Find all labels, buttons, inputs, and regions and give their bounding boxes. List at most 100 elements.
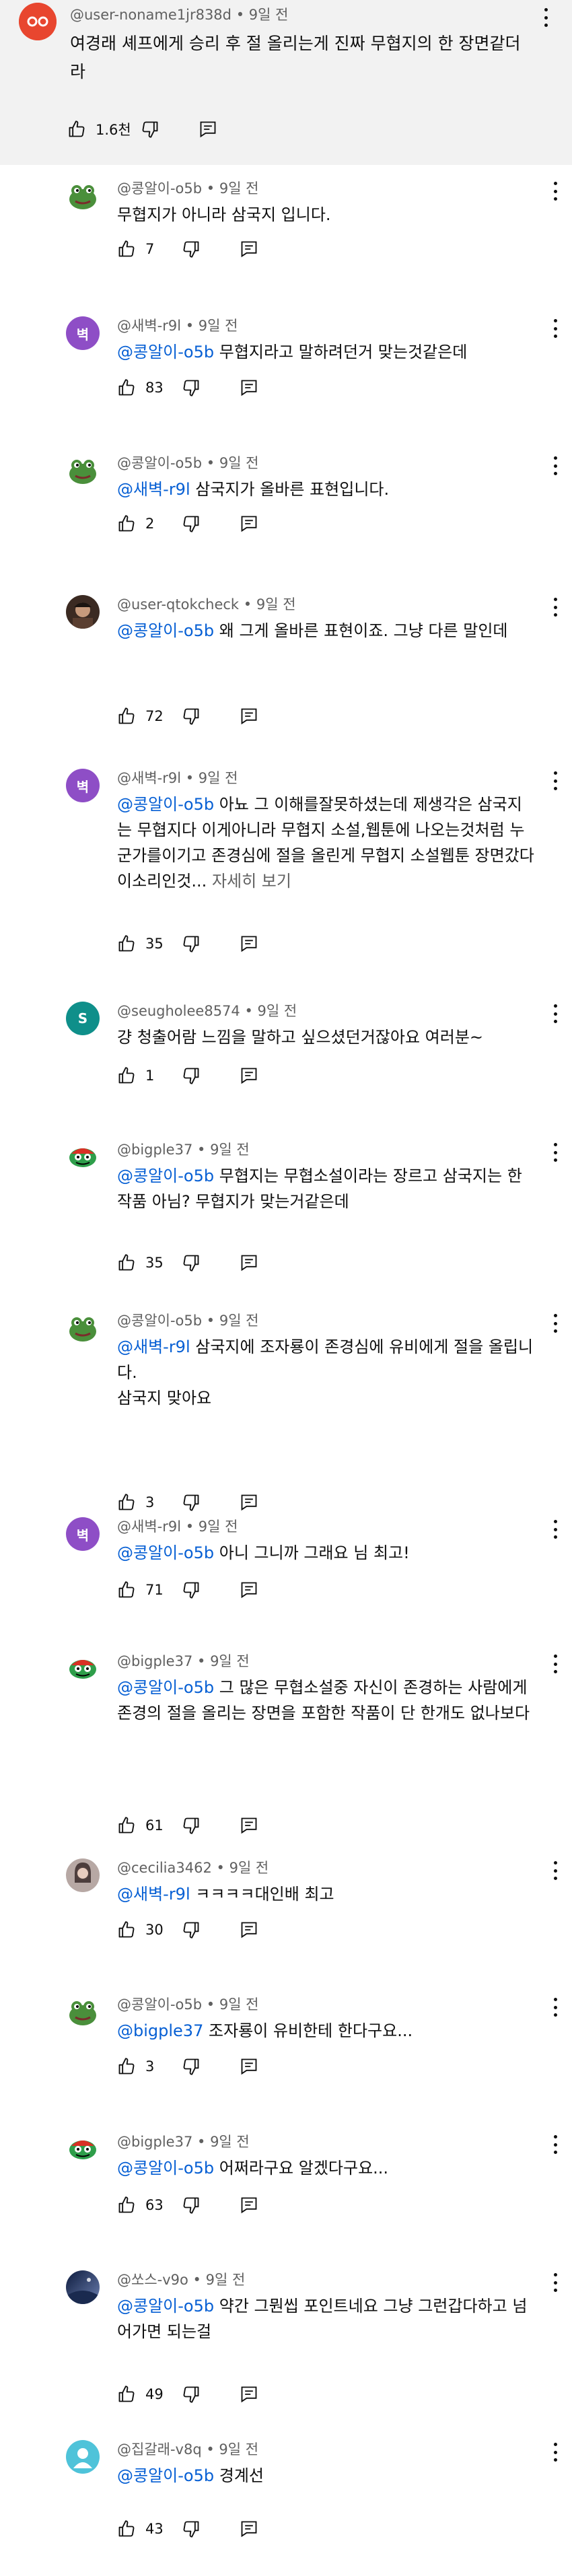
like-button[interactable]: 61: [117, 1816, 172, 1835]
avatar[interactable]: [66, 2440, 100, 2474]
avatar[interactable]: [66, 1652, 100, 1685]
mention-link[interactable]: @콩알이-o5b: [117, 2466, 214, 2485]
more-options-icon[interactable]: [553, 2273, 557, 2292]
more-options-icon[interactable]: [553, 1520, 557, 1539]
dislike-button[interactable]: [182, 240, 201, 258]
like-button[interactable]: 63: [117, 2196, 172, 2215]
more-options-icon[interactable]: [553, 771, 557, 790]
dislike-button[interactable]: [182, 1066, 201, 1085]
more-options-icon[interactable]: [553, 1655, 557, 1673]
more-options-icon[interactable]: [553, 456, 557, 475]
comment-author[interactable]: @cecilia3462: [117, 1860, 212, 1876]
like-button[interactable]: 7: [117, 240, 172, 258]
avatar[interactable]: [66, 595, 100, 629]
dislike-button[interactable]: [182, 707, 201, 726]
dislike-button[interactable]: [182, 2385, 201, 2404]
avatar[interactable]: [66, 2132, 100, 2166]
avatar[interactable]: [66, 1311, 100, 1345]
comment-author[interactable]: @seugholee8574: [117, 1003, 240, 1019]
more-options-icon[interactable]: [544, 8, 548, 27]
comment-author[interactable]: @콩알이-o5b: [117, 455, 202, 471]
more-options-icon[interactable]: [553, 598, 557, 617]
avatar[interactable]: 벽: [66, 1517, 100, 1551]
reply-button[interactable]: [240, 2519, 258, 2538]
dislike-button[interactable]: [182, 378, 201, 397]
mention-link[interactable]: @콩알이-o5b: [117, 343, 214, 361]
comment-author[interactable]: @bigple37: [117, 1653, 192, 1669]
comment-author[interactable]: @콩알이-o5b: [117, 1996, 202, 2013]
comment-author[interactable]: @새벽-r9l: [117, 318, 181, 334]
mention-link[interactable]: @콩알이-o5b: [117, 1167, 214, 1185]
comment-author[interactable]: @user-qtokcheck: [117, 596, 239, 613]
reply-button[interactable]: [240, 1920, 258, 1939]
reply-button[interactable]: [240, 934, 258, 953]
avatar[interactable]: [66, 2270, 100, 2304]
like-button[interactable]: 1: [117, 1066, 172, 1085]
comment-author[interactable]: @새벽-r9l: [117, 770, 181, 786]
reply-button[interactable]: [199, 120, 217, 139]
dislike-button[interactable]: [182, 514, 201, 533]
reply-button[interactable]: [240, 2196, 258, 2215]
reply-button[interactable]: [240, 707, 258, 726]
comment-author[interactable]: @콩알이-o5b: [117, 180, 202, 197]
dislike-button[interactable]: [182, 2519, 201, 2538]
avatar[interactable]: [19, 3, 57, 40]
avatar[interactable]: [66, 1140, 100, 1174]
more-options-icon[interactable]: [553, 1143, 557, 1162]
avatar[interactable]: [66, 1858, 100, 1892]
more-options-icon[interactable]: [553, 1004, 557, 1023]
more-options-icon[interactable]: [553, 1998, 557, 2017]
reply-button[interactable]: [240, 378, 258, 397]
avatar[interactable]: [66, 1995, 100, 2029]
comment-author[interactable]: @user-noname1jr838d: [70, 7, 231, 23]
comment-author[interactable]: @bigple37: [117, 2134, 192, 2150]
mention-link[interactable]: @새벽-r9l: [117, 480, 190, 499]
reply-button[interactable]: [240, 1493, 258, 1512]
reply-button[interactable]: [240, 514, 258, 533]
avatar[interactable]: 벽: [66, 769, 100, 802]
dislike-button[interactable]: [182, 1920, 201, 1939]
comment-author[interactable]: @집갈래-v8q: [117, 2441, 202, 2458]
more-options-icon[interactable]: [553, 319, 557, 338]
reply-button[interactable]: [240, 240, 258, 258]
reply-button[interactable]: [240, 1580, 258, 1599]
like-button[interactable]: 2: [117, 514, 172, 533]
mention-link[interactable]: @새벽-r9l: [117, 1337, 190, 1356]
like-button[interactable]: 43: [117, 2519, 172, 2538]
mention-link[interactable]: @콩알이-o5b: [117, 621, 214, 640]
like-button[interactable]: 71: [117, 1580, 172, 1599]
dislike-button[interactable]: [182, 1253, 201, 1272]
reply-button[interactable]: [240, 2057, 258, 2076]
read-more-link[interactable]: 자세히 보기: [212, 872, 291, 891]
dislike-button[interactable]: [182, 1580, 201, 1599]
more-options-icon[interactable]: [553, 2443, 557, 2462]
more-options-icon[interactable]: [553, 2135, 557, 2154]
mention-link[interactable]: @콩알이-o5b: [117, 2159, 214, 2178]
dislike-button[interactable]: [141, 120, 159, 139]
avatar[interactable]: S: [66, 1002, 100, 1035]
mention-link[interactable]: @콩알이-o5b: [117, 1543, 214, 1562]
dislike-button[interactable]: [182, 2057, 201, 2076]
like-button[interactable]: 72: [117, 707, 172, 726]
comment-author[interactable]: @새벽-r9l: [117, 1519, 181, 1535]
comment-author[interactable]: @bigple37: [117, 1142, 192, 1158]
avatar[interactable]: 벽: [66, 316, 100, 350]
mention-link[interactable]: @bigple37: [117, 2021, 203, 2040]
avatar[interactable]: [66, 454, 100, 487]
more-options-icon[interactable]: [553, 1861, 557, 1880]
reply-button[interactable]: [240, 1816, 258, 1835]
like-button[interactable]: 35: [117, 1253, 172, 1272]
mention-link[interactable]: @콩알이-o5b: [117, 2297, 214, 2316]
like-button[interactable]: 49: [117, 2385, 172, 2404]
reply-button[interactable]: [240, 1066, 258, 1085]
more-options-icon[interactable]: [553, 182, 557, 201]
dislike-button[interactable]: [182, 1816, 201, 1835]
comment-author[interactable]: @쏘스-v9o: [117, 2272, 188, 2288]
dislike-button[interactable]: [182, 2196, 201, 2215]
like-button[interactable]: 35: [117, 934, 172, 953]
like-button[interactable]: 3: [117, 2057, 172, 2076]
reply-button[interactable]: [240, 1253, 258, 1272]
like-button[interactable]: 1.6천: [67, 119, 131, 139]
avatar[interactable]: [66, 179, 100, 213]
mention-link[interactable]: @콩알이-o5b: [117, 795, 214, 814]
